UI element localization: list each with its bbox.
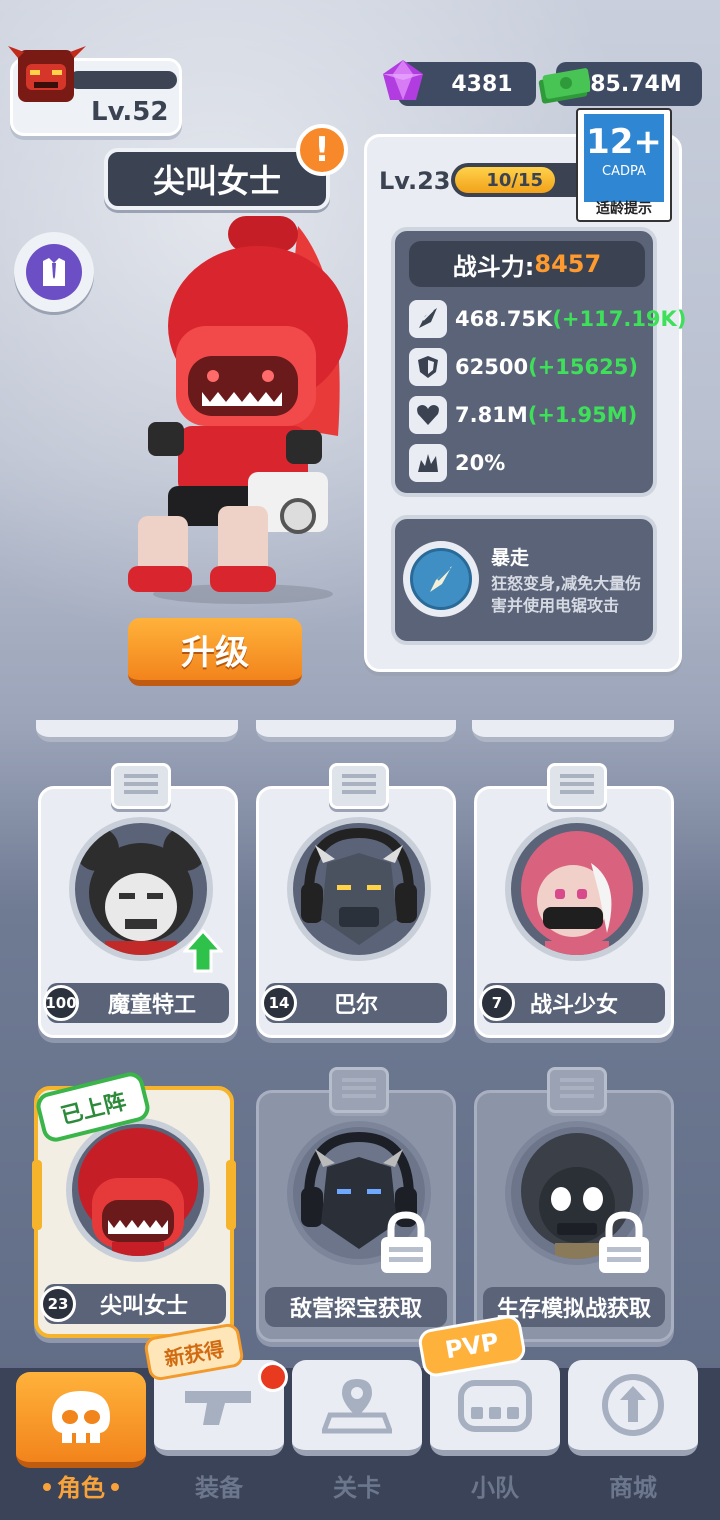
- skill-name: 暴走: [491, 547, 530, 569]
- attack-value: 468.75K: [455, 307, 553, 331]
- gem-icon: [383, 60, 423, 100]
- active-dot-left: [43, 1483, 51, 1491]
- stat-row-health: 7.81M (+1.95M): [409, 395, 637, 435]
- hero-card-name: 敌营探宝获取: [289, 1297, 422, 1322]
- hero-card-name: 尖叫女士: [99, 1294, 188, 1319]
- hero-card-battle-girl[interactable]: 7 战斗少女: [474, 763, 674, 1038]
- card-clip: [111, 763, 171, 809]
- hero-card-name: 生存模拟战获取: [496, 1297, 651, 1322]
- hero-name: 尖叫女士: [152, 162, 281, 200]
- map-pin-icon: [322, 1379, 392, 1434]
- attack-icon: [409, 300, 447, 338]
- controller-icon: [458, 1380, 532, 1432]
- nav-label-shop: 商城: [609, 1474, 657, 1502]
- active-dot-right: [111, 1483, 119, 1491]
- defense-value: 62500: [455, 355, 529, 379]
- nav-label-stage: 关卡: [333, 1474, 381, 1502]
- health-value: 7.81M: [455, 403, 528, 427]
- hero-card-locked-treasure[interactable]: 敌营探宝获取: [256, 1067, 456, 1342]
- hero-xp-fill: 10/15: [455, 167, 555, 193]
- hero-xp-text: 10/15: [486, 169, 543, 191]
- shelf-edge: [472, 720, 674, 742]
- player-level: Lv.52: [91, 97, 169, 127]
- age-rating-badge[interactable]: 12+ CADPA 适龄提示: [576, 108, 672, 222]
- hero-card-name: 巴尔: [333, 993, 378, 1018]
- age-rating-org: CADPA: [602, 164, 646, 179]
- hero-level-badge: 7: [479, 985, 515, 1021]
- hero-portrait: [66, 1118, 210, 1262]
- nav-shop-button[interactable]: [568, 1360, 698, 1456]
- skill-description: 狂怒变身,减免大量伤害并使用电锯攻击: [491, 574, 642, 615]
- hero-level: Lv.23: [379, 167, 451, 195]
- gem-value: 4381: [451, 71, 513, 97]
- hero-card-name: 战斗少女: [529, 993, 618, 1018]
- upgrade-button[interactable]: 升级: [128, 618, 302, 686]
- hero-unlock-source: 敌营探宝获取: [265, 1287, 447, 1327]
- defense-bonus: (+15625): [528, 355, 638, 379]
- age-rating-tip: 适龄提示: [596, 201, 652, 217]
- upgrade-arrow-icon: [183, 929, 223, 973]
- nav-hero-text: 角色: [57, 1474, 105, 1502]
- player-avatar-icon[interactable]: [4, 44, 96, 104]
- gun-icon: [185, 1391, 251, 1425]
- chainsaw-skill-icon[interactable]: [403, 541, 479, 617]
- nav-stage-button[interactable]: [292, 1360, 422, 1456]
- nav-label-hero: 角色: [16, 1468, 146, 1503]
- costume-button[interactable]: [14, 232, 94, 312]
- crit-value: 20%: [455, 451, 506, 475]
- cash-icon: [538, 68, 590, 104]
- hero-level-badge: 14: [261, 985, 297, 1021]
- card-clip: [329, 1067, 389, 1113]
- shop-icon: [602, 1374, 664, 1436]
- alert-icon[interactable]: !: [296, 124, 348, 176]
- card-clip: [547, 1067, 607, 1113]
- health-bonus: (+1.95M): [527, 403, 638, 427]
- shelf-edge: [256, 720, 456, 742]
- skull-icon: [52, 1391, 110, 1443]
- hero-card-locked-survival[interactable]: 生存模拟战获取: [474, 1067, 674, 1342]
- cash-value: 85.74M: [590, 71, 682, 97]
- hero-card-demon-kid[interactable]: 100 魔童特工: [38, 763, 238, 1038]
- hero-level-badge: 100: [43, 985, 79, 1021]
- attack-bonus: (+117.19K): [552, 307, 687, 331]
- selected-marker: [32, 1160, 42, 1230]
- card-clip: [329, 763, 389, 809]
- shirt-icon: [26, 244, 82, 300]
- nav-squad-button[interactable]: [430, 1360, 560, 1456]
- stats-box: 战斗力: 8457 468.75K (+117.19K) 62500 (+15625)…: [391, 227, 686, 497]
- stat-row-defense: 62500 (+15625): [409, 347, 638, 387]
- lock-icon: [599, 1211, 649, 1273]
- hero-figure: [128, 216, 348, 604]
- notification-dot: [258, 1362, 288, 1392]
- combat-power-label: 战斗力:: [452, 252, 535, 281]
- hero-level-badge: 23: [40, 1286, 76, 1322]
- alert-mark: !: [314, 130, 330, 170]
- shelf-edge: [36, 720, 238, 742]
- lock-icon: [381, 1211, 431, 1273]
- hero-card-screaming-lady[interactable]: 已上阵 23 尖叫女士: [32, 1069, 236, 1338]
- hero-card-baal[interactable]: 14 巴尔: [256, 763, 456, 1038]
- nav-label-squad: 小队: [471, 1474, 519, 1502]
- crit-icon: [409, 444, 447, 482]
- stat-row-attack: 468.75K (+117.19K): [409, 299, 686, 339]
- combat-power-value: 8457: [534, 250, 602, 278]
- nav-hero-button[interactable]: [16, 1372, 146, 1468]
- combat-power: 战斗力: 8457: [409, 241, 645, 287]
- card-clip: [547, 763, 607, 809]
- stat-row-crit: 20%: [409, 443, 505, 483]
- selected-marker: [226, 1160, 236, 1230]
- skill-box[interactable]: 暴走 狂怒变身,减免大量伤害并使用电锯攻击: [391, 515, 657, 645]
- hero-portrait: [287, 817, 431, 961]
- age-rating-value: 12+: [586, 122, 662, 162]
- defense-icon: [409, 348, 447, 386]
- health-icon: [409, 396, 447, 434]
- hero-card-name: 魔童特工: [107, 993, 196, 1018]
- hero-portrait: [505, 817, 649, 961]
- age-rating-box: 12+ CADPA: [584, 114, 664, 202]
- nav-label-equipment: 装备: [195, 1474, 243, 1502]
